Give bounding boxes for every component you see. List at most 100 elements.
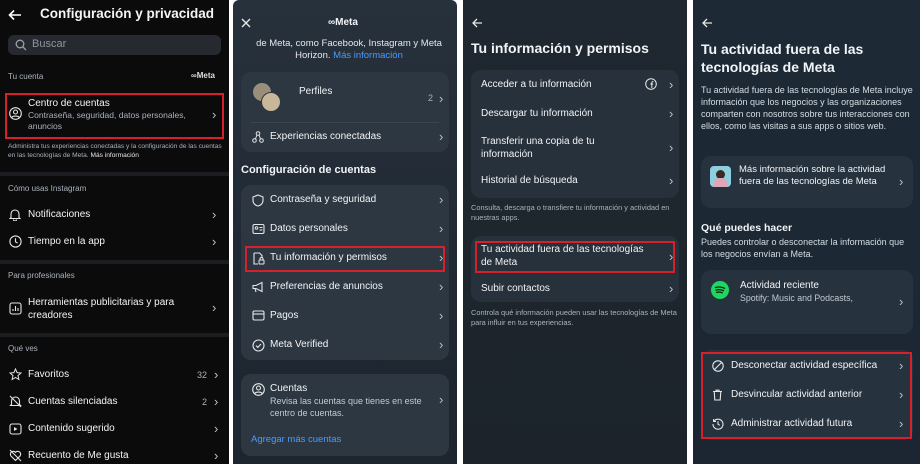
accounts-center-note: Administra tus experiencias conectadas y… — [8, 143, 224, 160]
search-history-item[interactable]: Historial de búsqueda › — [471, 168, 679, 194]
notifications-item[interactable]: Notificaciones › — [0, 203, 229, 227]
ad-preferences-label: Preferencias de anuncios — [270, 281, 383, 292]
meta-logo: ∞Meta — [328, 17, 358, 28]
account-settings-card: Contraseña y seguridad › Datos personale… — [241, 185, 449, 360]
chevron-right-icon: › — [439, 221, 444, 236]
chevron-right-icon: › — [214, 367, 219, 382]
add-accounts-link[interactable]: Agregar más cuentas — [251, 434, 341, 445]
info-note: Consulta, descarga o transfiere tu infor… — [471, 203, 670, 222]
meta-verified-label: Meta Verified — [270, 339, 329, 350]
spotify-icon — [711, 281, 729, 299]
section-professionals: Para profesionales — [8, 271, 75, 280]
download-info-label: Descargar tu información — [481, 108, 593, 119]
suggested-content-item[interactable]: Contenido sugerido › — [0, 418, 229, 440]
page-title: Configuración y privacidad — [40, 6, 215, 21]
time-in-app-item[interactable]: Tiempo en la app › — [0, 230, 229, 254]
muted-accounts-item[interactable]: Cuentas silenciadas 2 › — [0, 391, 229, 413]
recent-activity-item[interactable]: Actividad reciente Spotify: Music and Po… — [701, 270, 913, 334]
like-count-item[interactable]: Recuento de Me gusta › — [0, 445, 229, 464]
password-security-item[interactable]: Contraseña y seguridad › — [241, 186, 449, 214]
section-what-you-see: Qué ves — [8, 344, 38, 353]
what-you-can-do-title: Qué puedes hacer — [701, 222, 793, 234]
chevron-right-icon: › — [212, 207, 217, 222]
search-placeholder: Buscar — [32, 38, 67, 50]
accounts-description: Revisa las cuentas que tienes en este ce… — [270, 396, 422, 418]
profiles-item[interactable]: Perfiles 2 › — [241, 72, 449, 122]
intro-text: de Meta, como Facebook, Instagram y Meta… — [249, 38, 449, 62]
search-icon — [15, 39, 27, 51]
chevron-right-icon: › — [899, 294, 904, 309]
chevron-right-icon: › — [439, 279, 444, 294]
chevron-right-icon: › — [439, 91, 444, 106]
recent-activity-subtitle: Spotify: Music and Podcasts, — [740, 293, 853, 303]
back-arrow-icon[interactable] — [8, 8, 22, 22]
page-title: Tu información y permisos — [471, 40, 649, 56]
what-you-can-do-desc: Puedes controlar o desconectar la inform… — [701, 237, 905, 259]
page-title: Tu actividad fuera de las tecnologías de… — [701, 41, 864, 75]
muted-count: 2 — [202, 397, 208, 407]
clock-icon — [9, 235, 22, 248]
suggested-content-icon — [9, 422, 22, 435]
off-meta-activity-panel: Tu actividad fuera de las tecnologías de… — [693, 0, 920, 464]
connected-experiences-item[interactable]: Experiencias conectadas › — [241, 123, 449, 151]
highlight-box — [475, 241, 675, 273]
search-history-label: Historial de búsqueda — [481, 175, 578, 186]
avatar — [261, 92, 281, 112]
heart-off-icon — [9, 449, 22, 462]
close-icon[interactable] — [241, 18, 251, 28]
intro-link[interactable]: Más información — [333, 50, 403, 61]
time-in-app-label: Tiempo en la app — [28, 236, 105, 247]
ad-tools-item[interactable]: Herramientas publicitarias y para creado… — [0, 292, 229, 326]
download-info-item[interactable]: Descargar tu información › — [471, 101, 679, 127]
accounts-note-link[interactable]: Más información — [91, 152, 139, 159]
chevron-right-icon: › — [439, 308, 444, 323]
star-icon — [9, 368, 22, 381]
back-arrow-icon[interactable] — [702, 18, 713, 28]
favorites-item[interactable]: Favoritos 32 › — [0, 364, 229, 386]
chevron-right-icon: › — [669, 173, 674, 188]
notifications-label: Notificaciones — [28, 209, 91, 220]
recent-activity-title: Actividad reciente — [740, 280, 819, 291]
access-info-item[interactable]: Acceder a tu información › — [471, 72, 679, 98]
chevron-right-icon: › — [214, 448, 219, 463]
section-account-settings: Configuración de cuentas — [241, 164, 377, 176]
chevron-right-icon: › — [899, 174, 904, 189]
ad-preferences-item[interactable]: Preferencias de anuncios › — [241, 273, 449, 301]
upload-contacts-item[interactable]: Subir contactos › — [471, 277, 679, 301]
shield-icon — [252, 194, 264, 207]
facebook-badge-icon — [645, 78, 657, 90]
like-count-label: Recuento de Me gusta — [28, 450, 129, 461]
payments-label: Pagos — [270, 310, 299, 321]
chevron-right-icon: › — [439, 392, 444, 407]
bell-icon — [9, 208, 21, 221]
section-how-you-use: Cómo usas Instagram — [8, 184, 87, 193]
profiles-card: Perfiles 2 › Experiencias conectadas › — [241, 72, 449, 152]
highlight-box — [5, 93, 224, 139]
password-security-label: Contraseña y seguridad — [270, 194, 377, 205]
transfer-copy-label: Transferir una copia de tu información — [481, 136, 595, 160]
personal-data-label: Datos personales — [270, 223, 348, 234]
upload-contacts-label: Subir contactos — [481, 283, 550, 294]
muted-accounts-label: Cuentas silenciadas — [28, 396, 118, 407]
more-info-item[interactable]: Más información sobre la actividad fuera… — [701, 156, 913, 208]
divider — [0, 333, 229, 337]
meta-verified-item[interactable]: Meta Verified › — [241, 331, 449, 359]
payments-item[interactable]: Pagos › — [241, 302, 449, 330]
back-arrow-icon[interactable] — [472, 18, 483, 28]
meta-logo-badge: ∞Meta — [191, 71, 215, 80]
personal-data-item[interactable]: Datos personales › — [241, 215, 449, 243]
chevron-right-icon: › — [212, 234, 217, 249]
muted-bell-icon — [9, 395, 22, 408]
chevron-right-icon: › — [214, 421, 219, 436]
connected-nodes-icon — [252, 131, 264, 143]
accounts-item[interactable]: Cuentas Revisa las cuentas que tienes en… — [241, 374, 449, 424]
chevron-right-icon: › — [214, 394, 219, 409]
transfer-copy-item[interactable]: Transferir una copia de tu información › — [471, 130, 679, 164]
credit-card-icon — [252, 310, 265, 321]
chevron-right-icon: › — [439, 192, 444, 207]
search-field[interactable]: Buscar — [8, 35, 221, 55]
more-info-label: Más información sobre la actividad fuera… — [739, 164, 886, 187]
chevron-right-icon: › — [669, 140, 674, 155]
favorites-label: Favoritos — [28, 369, 70, 380]
person-circle-icon — [252, 383, 265, 396]
